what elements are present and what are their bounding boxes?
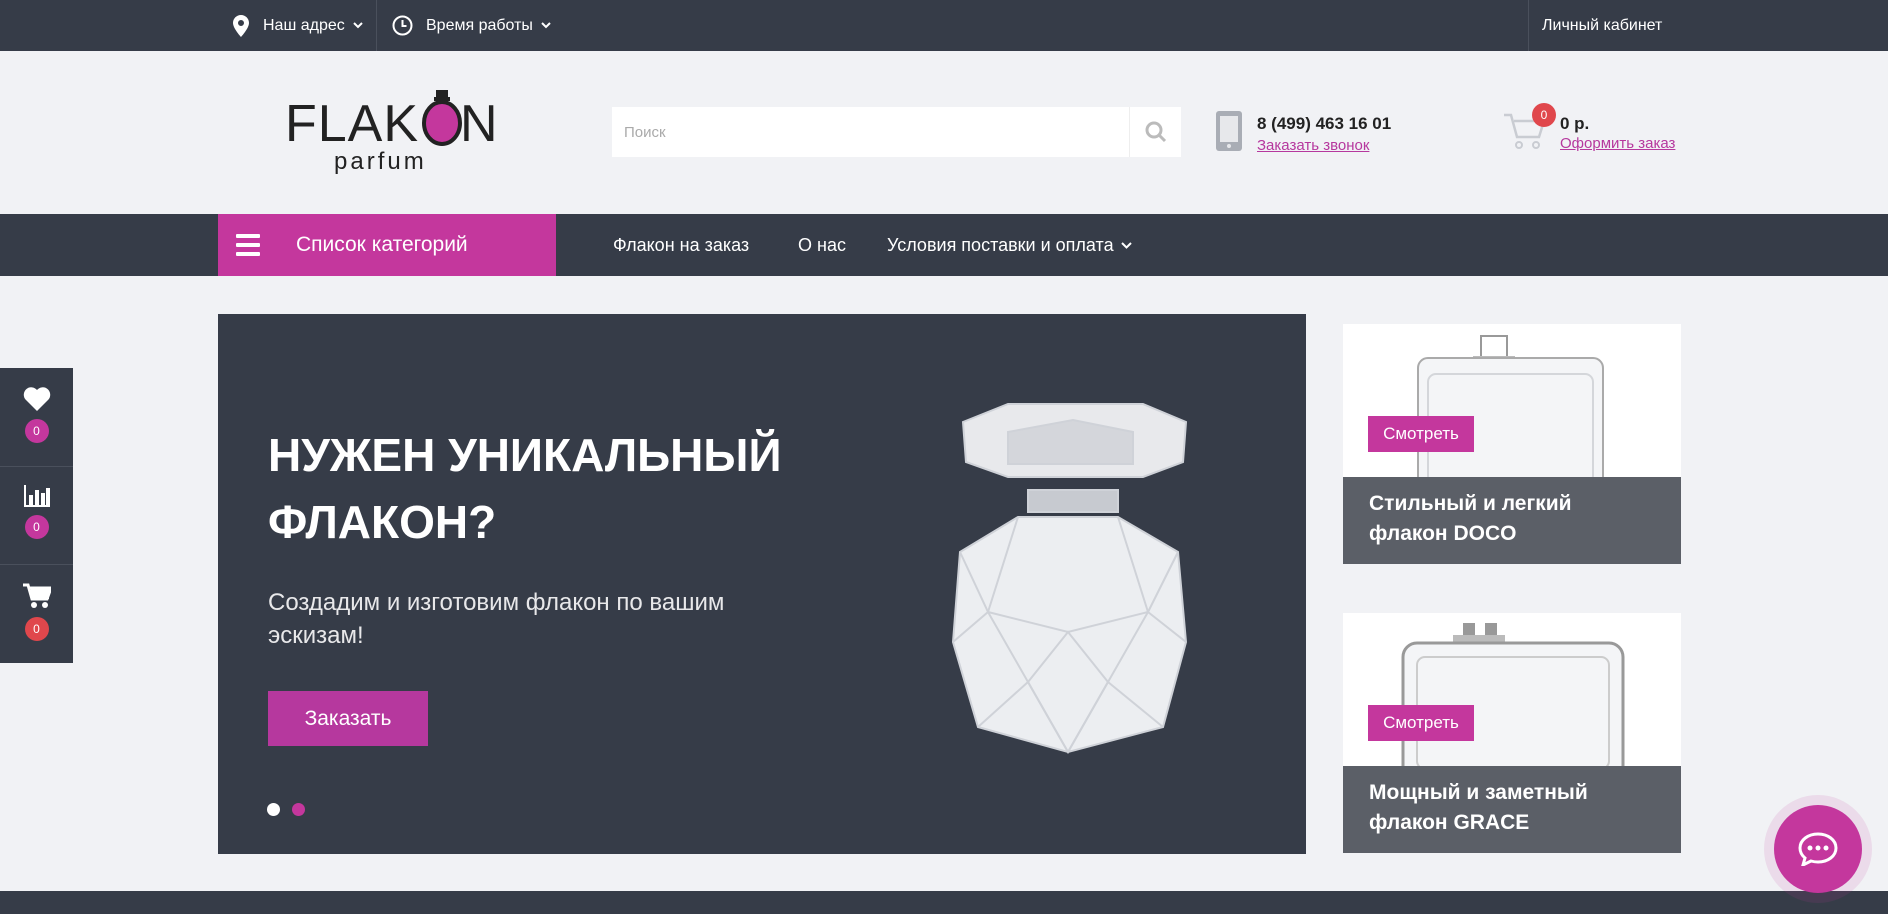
chevron-down-icon [1120, 241, 1132, 249]
nav-link-about[interactable]: О нас [798, 214, 846, 276]
address-dropdown[interactable]: Наш адрес [233, 0, 363, 51]
favorites-count-badge: 0 [24, 419, 49, 443]
chat-bubble-icon [1798, 832, 1838, 866]
bottle-grace-icon [1401, 623, 1625, 785]
cart-widget[interactable]: 0 [0, 564, 73, 662]
order-button[interactable]: Заказать [268, 691, 428, 746]
cart-count-badge: 0 [24, 617, 49, 641]
chevron-down-icon [353, 22, 363, 29]
nav-link-delivery[interactable]: Условия поставки и оплата [887, 214, 1132, 276]
mobile-phone-icon [1216, 111, 1242, 151]
location-pin-icon [233, 14, 249, 37]
slider-dot-active[interactable] [267, 803, 280, 816]
top-bar: Наш адрес Время работы Личный кабинет [0, 0, 1888, 51]
logo-sub: parfum [334, 148, 427, 175]
shopping-cart-icon [22, 583, 51, 608]
compare-widget[interactable]: 0 [0, 466, 73, 564]
search-box [612, 107, 1181, 157]
slider-dot[interactable] [292, 803, 305, 816]
hours-label: Время работы [426, 16, 533, 34]
hero-slider: НУЖЕН УНИКАЛЬНЫЙ ФЛАКОН? Создадим и изго… [218, 314, 1306, 854]
cart-count-badge: 0 [1532, 103, 1556, 127]
perfume-bottle-sketch-icon [951, 403, 1188, 755]
search-input[interactable] [612, 107, 1129, 157]
hero-title: НУЖЕН УНИКАЛЬНЫЙ ФЛАКОН? [268, 429, 782, 548]
header: FLAK N parfum 8 (499) 463 16 01 Заказать… [0, 51, 1888, 214]
categories-label: Список категорий [296, 233, 468, 256]
search-icon [1145, 121, 1166, 143]
svg-text:N: N [460, 95, 494, 153]
promo-card-grace[interactable]: Смотреть Мощный и заметный флакон GRACE [1343, 613, 1681, 853]
svg-text:FLAK: FLAK [285, 95, 419, 153]
side-widget: 0 0 0 [0, 368, 73, 663]
account-link[interactable]: Личный кабинет [1542, 0, 1662, 51]
categories-button[interactable]: Список категорий [218, 214, 556, 276]
bottle-doco-icon [1417, 335, 1604, 499]
compare-count-badge: 0 [24, 515, 49, 539]
view-button[interactable]: Смотреть [1368, 416, 1474, 452]
promo-caption: Мощный и заметный флакон GRACE [1343, 766, 1681, 853]
nav-link-delivery-label: Условия поставки и оплата [887, 234, 1114, 255]
divider [1528, 0, 1529, 51]
phone-number[interactable]: 8 (499) 463 16 01 [1257, 114, 1391, 134]
clock-icon [392, 15, 413, 36]
bar-chart-icon [23, 485, 50, 507]
divider [376, 0, 377, 51]
menu-icon [236, 234, 260, 256]
footer-strip [0, 891, 1888, 914]
logo[interactable]: FLAK N parfum [284, 87, 498, 177]
hero-subtitle: Создадим и изготовим флакон по вашим эск… [268, 589, 725, 649]
favorites-widget[interactable]: 0 [0, 368, 73, 466]
search-button[interactable] [1129, 107, 1181, 157]
hours-dropdown[interactable]: Время работы [392, 0, 551, 51]
promo-card-doco[interactable]: Смотреть Стильный и легкий флакон DOCO [1343, 324, 1681, 564]
main-nav: Список категорий Флакон на заказ О нас У… [0, 214, 1888, 276]
checkout-link[interactable]: Оформить заказ [1560, 135, 1675, 152]
cart-sum: 0 р. [1560, 114, 1590, 133]
promo-caption: Стильный и легкий флакон DOCO [1343, 477, 1681, 564]
flakon-logo-icon: FLAK N parfum [285, 90, 498, 175]
address-label: Наш адрес [263, 16, 345, 34]
chevron-down-icon [541, 22, 551, 29]
nav-link-custom-bottle[interactable]: Флакон на заказ [613, 214, 749, 276]
view-button[interactable]: Смотреть [1368, 705, 1474, 741]
chat-button[interactable] [1774, 805, 1862, 893]
callback-link[interactable]: Заказать звонок [1257, 137, 1369, 154]
heart-icon [23, 387, 50, 411]
